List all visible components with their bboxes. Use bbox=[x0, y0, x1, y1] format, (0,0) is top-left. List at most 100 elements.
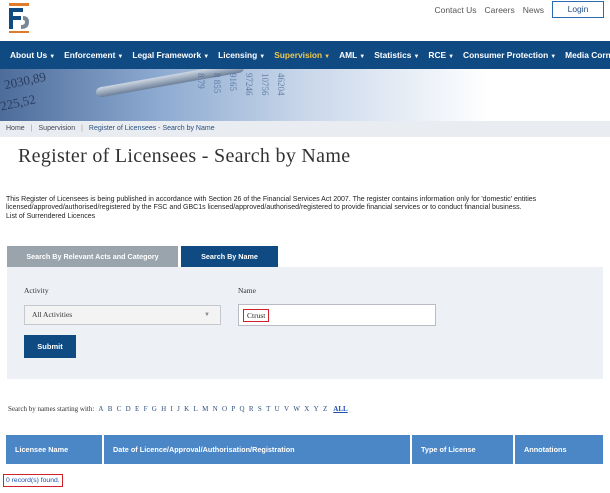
nav-consumer-protection[interactable]: Consumer Protection ▼ bbox=[463, 50, 556, 60]
breadcrumb-separator: | bbox=[30, 125, 33, 132]
nav-licensing[interactable]: Licensing ▼ bbox=[218, 50, 265, 60]
alphabet-letter-d[interactable]: D bbox=[126, 405, 131, 413]
search-panel: Activity All Activities ▼ Name Ctrust Su… bbox=[7, 267, 603, 379]
chevron-down-icon: ▼ bbox=[448, 54, 455, 60]
alphabet-letter-k[interactable]: K bbox=[184, 405, 189, 413]
fsc-logo[interactable] bbox=[7, 3, 31, 35]
alphabet-letter-g[interactable]: G bbox=[152, 405, 157, 413]
alphabet-letter-i[interactable]: I bbox=[170, 405, 172, 413]
alphabet-letter-v[interactable]: V bbox=[284, 405, 289, 413]
results-table-header: Licensee Name Date of Licence/Approval/A… bbox=[6, 435, 603, 464]
alphabet-letter-y[interactable]: Y bbox=[314, 405, 319, 413]
column-header-type: Type of License bbox=[412, 435, 515, 464]
page-banner: 2030,89 225,52 8 79 8 855 9165 97246 107… bbox=[0, 69, 610, 121]
alphabet-letter-s[interactable]: S bbox=[258, 405, 262, 413]
chevron-down-icon: ▼ bbox=[204, 312, 210, 318]
alphabet-all-link[interactable]: ALL bbox=[333, 405, 347, 413]
banner-graphic: 225,52 bbox=[0, 91, 37, 114]
column-header-date: Date of Licence/Approval/Authorisation/R… bbox=[104, 435, 412, 464]
chevron-down-icon: ▼ bbox=[49, 54, 56, 60]
nav-label: Media Corner bbox=[565, 50, 610, 60]
contact-us-link[interactable]: Contact Us bbox=[434, 5, 476, 15]
main-nav: About Us ▼ Enforcement ▼ Legal Framework ▼ … bbox=[0, 41, 610, 69]
alphabet-letter-x[interactable]: X bbox=[304, 405, 309, 413]
search-tabs: Search By Relevant Acts and Category Sea… bbox=[7, 246, 278, 267]
careers-link[interactable]: Careers bbox=[485, 5, 515, 15]
alphabet-letter-m[interactable]: M bbox=[202, 405, 208, 413]
breadcrumb: Home | Supervision | Register of Licensees -… bbox=[0, 121, 610, 137]
breadcrumb-home[interactable]: Home bbox=[6, 125, 25, 132]
alphabet-filter: Search by names starting with: ABCDEFGHI… bbox=[8, 405, 348, 413]
nav-legal-framework[interactable]: Legal Framework ▼ bbox=[132, 50, 209, 60]
login-button[interactable]: Login bbox=[552, 1, 604, 18]
intro-text: This Register of Licensees is being publ… bbox=[6, 196, 604, 221]
nav-media-corner[interactable]: Media Corner▼ bbox=[565, 50, 610, 60]
news-link[interactable]: News bbox=[523, 5, 544, 15]
alphabet-letter-z[interactable]: Z bbox=[323, 405, 327, 413]
top-bar: Contact Us Careers News Login bbox=[0, 0, 610, 41]
nav-label: Legal Framework bbox=[132, 50, 202, 60]
nav-label: About Us bbox=[10, 50, 48, 60]
chevron-down-icon: ▼ bbox=[550, 54, 557, 60]
nav-label: RCE bbox=[428, 50, 447, 60]
breadcrumb-supervision[interactable]: Supervision bbox=[39, 125, 76, 132]
banner-graphic: 8 79 bbox=[196, 73, 206, 89]
breadcrumb-current: Register of Licensees - Search by Name bbox=[88, 125, 215, 132]
nav-aml[interactable]: AML ▼ bbox=[339, 50, 365, 60]
banner-graphic: 10756 bbox=[260, 73, 270, 96]
chevron-down-icon: ▼ bbox=[324, 54, 331, 60]
activity-value: All Activities bbox=[32, 310, 73, 319]
column-header-licensee-name: Licensee Name bbox=[6, 435, 104, 464]
banner-graphic: 97246 bbox=[244, 73, 254, 96]
alphabet-letter-t[interactable]: T bbox=[266, 405, 270, 413]
alphabet-letter-o[interactable]: O bbox=[222, 405, 227, 413]
chevron-down-icon: ▼ bbox=[413, 54, 420, 60]
intro-line: This Register of Licensees is being publ… bbox=[6, 196, 537, 203]
intro-line: licensed/approved/authorised/registered … bbox=[6, 204, 522, 212]
alphabet-letter-c[interactable]: C bbox=[117, 405, 122, 413]
pen-graphic bbox=[95, 69, 245, 98]
name-input[interactable]: Ctrust bbox=[238, 304, 436, 326]
alphabet-letter-p[interactable]: P bbox=[231, 405, 235, 413]
chevron-down-icon: ▼ bbox=[359, 54, 366, 60]
top-links: Contact Us Careers News bbox=[434, 5, 544, 15]
alphabet-letter-q[interactable]: Q bbox=[240, 405, 245, 413]
alphabet-letter-n[interactable]: N bbox=[213, 405, 218, 413]
alphabet-letter-j[interactable]: J bbox=[177, 405, 180, 413]
name-label: Name bbox=[238, 286, 256, 295]
chevron-down-icon: ▼ bbox=[117, 54, 124, 60]
nav-label: Statistics bbox=[374, 50, 412, 60]
surrendered-licences-link[interactable]: List of Surrendered Licences bbox=[6, 213, 604, 221]
nav-about-us[interactable]: About Us ▼ bbox=[10, 50, 55, 60]
page-title: Register of Licensees - Search by Name bbox=[18, 145, 351, 167]
alphabet-letter-b[interactable]: B bbox=[108, 405, 113, 413]
alphabet-prefix: Search by names starting with: bbox=[8, 405, 95, 413]
alphabet-letter-l[interactable]: L bbox=[194, 405, 198, 413]
submit-button[interactable]: Submit bbox=[24, 335, 76, 358]
nav-supervision[interactable]: Supervision ▼ bbox=[274, 50, 330, 60]
alphabet-letter-e[interactable]: E bbox=[135, 405, 139, 413]
banner-graphic: 46204 bbox=[276, 73, 286, 96]
column-header-annotations: Annotations bbox=[515, 435, 603, 464]
name-input-value: Ctrust bbox=[243, 309, 270, 322]
alphabet-letter-a[interactable]: A bbox=[98, 405, 103, 413]
alphabet-letter-h[interactable]: H bbox=[161, 405, 166, 413]
activity-select[interactable]: All Activities ▼ bbox=[24, 305, 221, 325]
banner-graphic: 9165 bbox=[228, 73, 238, 91]
tab-search-by-acts[interactable]: Search By Relevant Acts and Category bbox=[7, 246, 178, 267]
nav-label: Enforcement bbox=[64, 50, 116, 60]
tab-search-by-name[interactable]: Search By Name bbox=[181, 246, 278, 267]
nav-label: Supervision bbox=[274, 50, 323, 60]
alphabet-letter-f[interactable]: F bbox=[144, 405, 148, 413]
alphabet-letter-r[interactable]: R bbox=[249, 405, 254, 413]
nav-rce[interactable]: RCE ▼ bbox=[428, 50, 454, 60]
nav-enforcement[interactable]: Enforcement ▼ bbox=[64, 50, 123, 60]
nav-label: AML bbox=[339, 50, 358, 60]
alphabet-letter-u[interactable]: U bbox=[275, 405, 280, 413]
alphabet-letter-w[interactable]: W bbox=[293, 405, 300, 413]
banner-graphic: 8 855 bbox=[212, 73, 222, 94]
breadcrumb-separator: | bbox=[81, 125, 83, 132]
chevron-down-icon: ▼ bbox=[259, 54, 266, 60]
chevron-down-icon: ▼ bbox=[203, 54, 210, 60]
nav-statistics[interactable]: Statistics ▼ bbox=[374, 50, 419, 60]
